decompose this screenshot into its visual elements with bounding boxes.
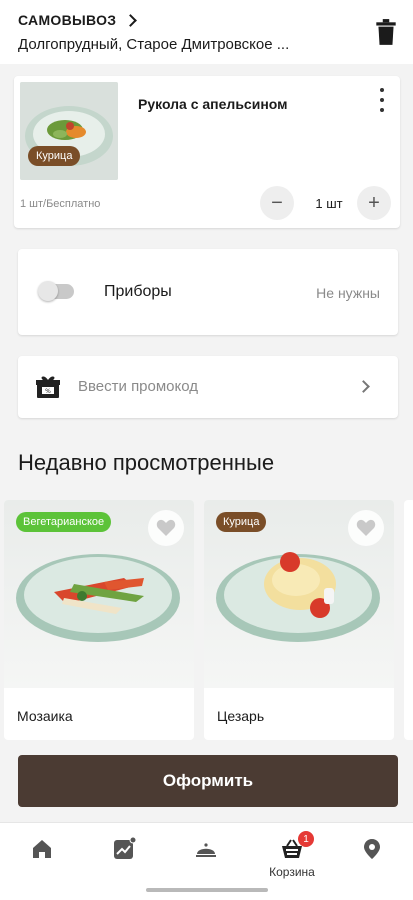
home-icon bbox=[33, 840, 51, 858]
section-title: Недавно просмотренные bbox=[18, 450, 275, 475]
more-options-icon[interactable] bbox=[380, 88, 386, 112]
recent-product-card[interactable]: Курица Цезарь bbox=[204, 500, 394, 740]
promo-code-row[interactable]: % Ввести промокод bbox=[18, 356, 398, 418]
cart-count-badge: 1 bbox=[298, 831, 314, 847]
favorite-heart-icon[interactable] bbox=[348, 510, 384, 546]
product-title: Рукола с апельсином bbox=[138, 96, 288, 112]
cutlery-card: Приборы Не нужны bbox=[18, 249, 398, 335]
svg-text:%: % bbox=[45, 388, 51, 395]
favorite-heart-icon[interactable] bbox=[148, 510, 184, 546]
recent-product-card-partial[interactable] bbox=[404, 500, 413, 740]
product-name: Цезарь bbox=[217, 708, 265, 724]
delivery-mode-label: САМОВЫВОЗ bbox=[18, 12, 117, 28]
product-name: Мозаика bbox=[17, 708, 73, 724]
price-info: 1 шт/Бесплатно bbox=[20, 198, 101, 210]
cutlery-toggle[interactable] bbox=[38, 281, 74, 301]
nav-home[interactable] bbox=[12, 837, 72, 887]
nav-locations[interactable] bbox=[342, 837, 402, 887]
chevron-right-icon bbox=[124, 13, 138, 27]
gift-icon: % bbox=[36, 376, 60, 398]
category-tag: Курица bbox=[28, 146, 81, 166]
cutlery-status: Не нужны bbox=[316, 285, 380, 301]
promo-code-label: Ввести промокод bbox=[78, 378, 199, 395]
trending-icon bbox=[114, 837, 136, 859]
nav-label: Корзина bbox=[269, 865, 315, 879]
nav-cart[interactable]: 1 Корзина bbox=[262, 831, 322, 887]
category-tag: Вегетарианское bbox=[16, 512, 112, 532]
checkout-button[interactable]: Оформить bbox=[18, 755, 398, 807]
increase-quantity-button[interactable]: + bbox=[357, 186, 391, 220]
cloche-icon bbox=[196, 843, 216, 857]
pickup-address[interactable]: Долгопрудный, Старое Дмитровское ... bbox=[18, 36, 363, 53]
system-home-indicator bbox=[146, 888, 268, 892]
delivery-mode-selector[interactable]: САМОВЫВОЗ bbox=[18, 12, 138, 28]
location-icon bbox=[364, 839, 380, 859]
category-tag: Курица bbox=[216, 512, 267, 532]
nav-menu[interactable] bbox=[176, 837, 236, 887]
quantity-value: 1 шт bbox=[315, 196, 343, 211]
nav-trending[interactable] bbox=[94, 837, 154, 887]
header: САМОВЫВОЗ Долгопрудный, Старое Дмитровск… bbox=[0, 0, 413, 64]
recent-product-card[interactable]: Вегетарианское Мозаика bbox=[4, 500, 194, 740]
trash-icon[interactable] bbox=[373, 18, 399, 46]
decrease-quantity-button[interactable]: − bbox=[260, 186, 294, 220]
chevron-right-icon bbox=[357, 380, 370, 393]
cart-item-card: Курица Рукола с апельсином 1 шт/Бесплатн… bbox=[14, 76, 400, 228]
cutlery-label: Приборы bbox=[104, 283, 172, 300]
